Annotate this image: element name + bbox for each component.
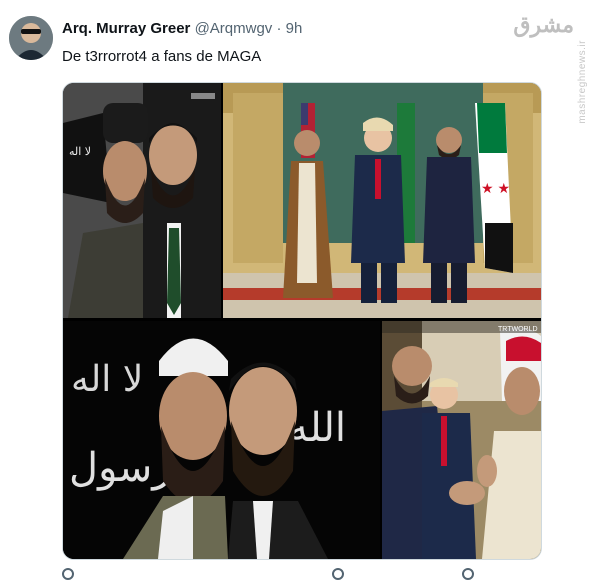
avatar-image: [9, 16, 53, 60]
photo-4-image: TRTWORLD: [382, 321, 541, 559]
tweet[interactable]: Arq. Murray Greer @Arqmwgv · 9h De t3rro…: [0, 0, 600, 580]
avatar[interactable]: [9, 16, 53, 60]
timestamp[interactable]: 9h: [286, 20, 303, 37]
watermark-logo: مشرق: [513, 12, 574, 37]
svg-text:★ ★: ★ ★: [481, 180, 510, 196]
media-photo-3[interactable]: لا اله رسول الله: [63, 321, 380, 559]
tweet-actions: [62, 568, 540, 580]
svg-text:لا اله: لا اله: [69, 145, 91, 158]
tweet-header: Arq. Murray Greer @Arqmwgv · 9h: [62, 20, 302, 37]
watermark-url: mashreghnews.ir: [577, 40, 588, 124]
photo-3-image: لا اله رسول الله: [63, 321, 380, 559]
svg-text:رسول: رسول: [69, 445, 172, 491]
photo-2-image: ★ ★: [223, 83, 541, 318]
display-name[interactable]: Arq. Murray Greer: [62, 20, 190, 37]
views-icon[interactable]: [332, 568, 344, 580]
reply-icon[interactable]: [62, 568, 74, 580]
media-photo-4[interactable]: TRTWORLD: [382, 321, 541, 559]
media-grid: لا اله ★ ★ لا اله رسول الله TRTWORLD: [62, 82, 542, 560]
media-photo-2[interactable]: ★ ★: [223, 83, 541, 318]
bookmark-icon[interactable]: [462, 568, 474, 580]
media-photo-1[interactable]: لا اله: [63, 83, 221, 318]
separator-dot: ·: [276, 20, 282, 37]
svg-text:لا اله: لا اله: [71, 359, 143, 400]
tweet-text: De t3rrorrot4 a fans de MAGA: [62, 48, 262, 65]
photo-1-image: لا اله: [63, 83, 221, 318]
user-handle[interactable]: @Arqmwgv: [195, 20, 273, 37]
trtworld-label: TRTWORLD: [498, 326, 538, 333]
